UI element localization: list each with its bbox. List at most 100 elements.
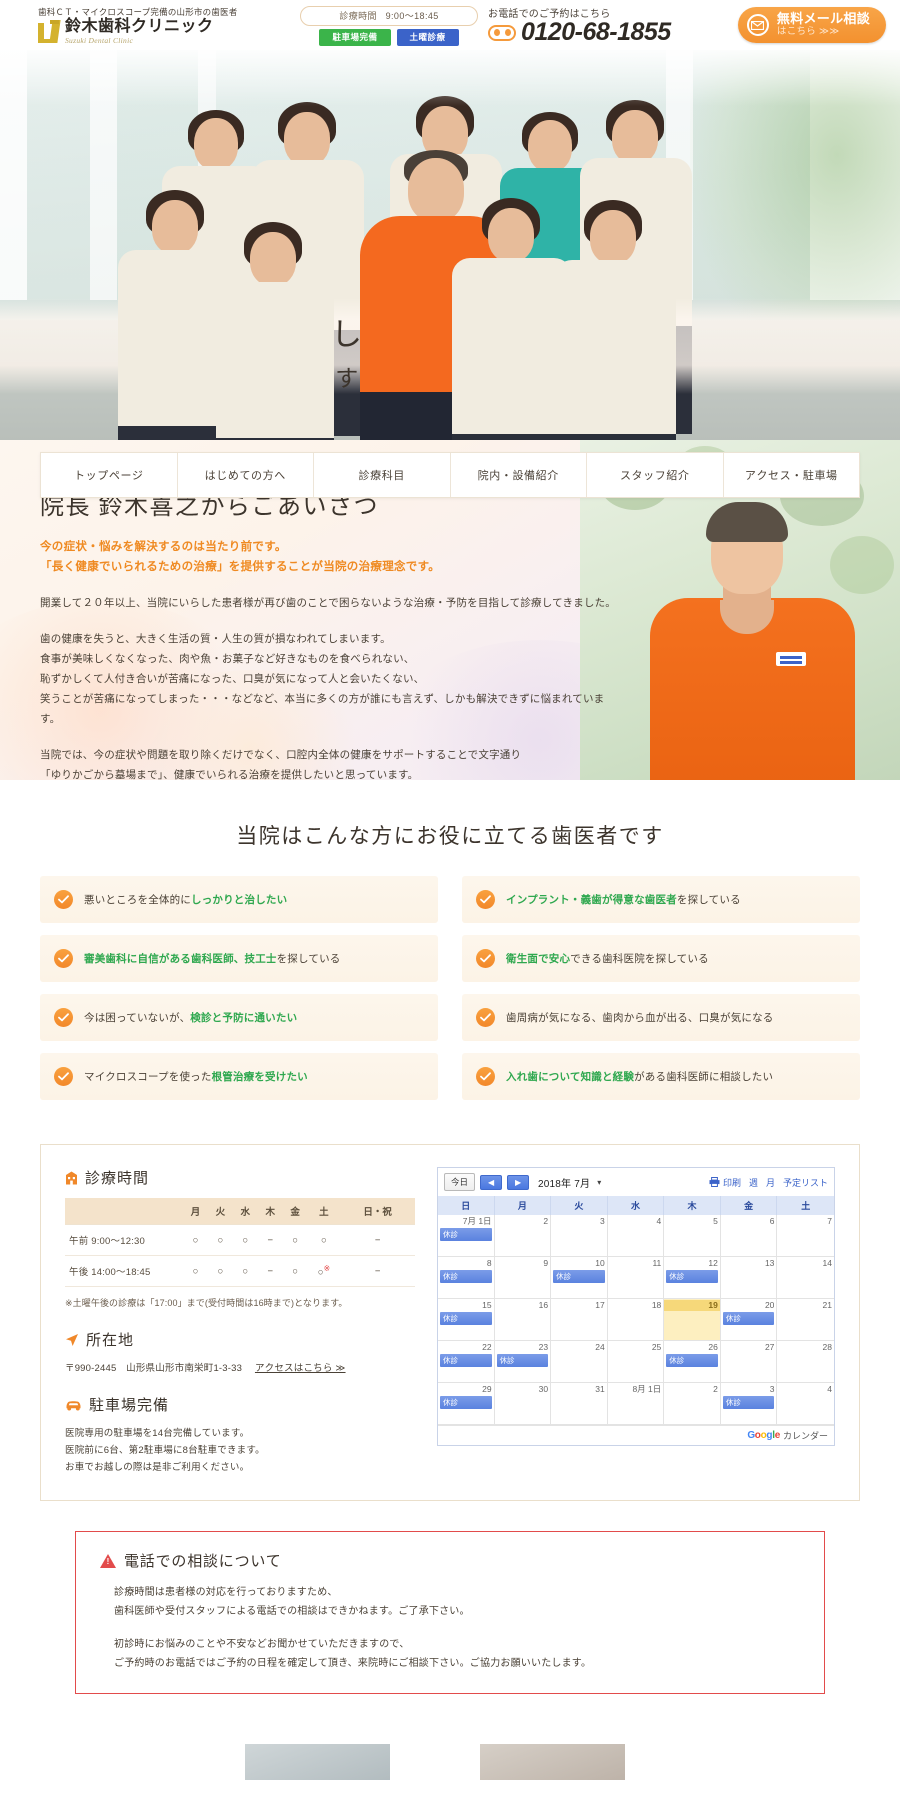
calendar-day-number: 7: [827, 1216, 832, 1226]
calendar-view-week[interactable]: 週: [749, 1176, 758, 1189]
calendar-day-cell[interactable]: 9: [494, 1257, 552, 1299]
nav-item-facility[interactable]: 院内・設備紹介: [451, 453, 587, 497]
checklist-item[interactable]: 入れ歯について知識と経験がある歯科医師に相談したい: [462, 1053, 860, 1100]
checklist-item[interactable]: 歯周病が気になる、歯肉から血が出る、口臭が気になる: [462, 994, 860, 1041]
calendar-event-closed[interactable]: 休診: [666, 1270, 718, 1283]
hours-cell: ○: [232, 1255, 258, 1288]
checklist-item[interactable]: 今は困っていないが、検診と予防に通いたい: [40, 994, 438, 1041]
calendar-event-closed[interactable]: 休診: [666, 1354, 718, 1367]
checklist-item[interactable]: 悪いところを全体的にしっかりと治したい: [40, 876, 438, 923]
brand-logo[interactable]: 鈴木歯科クリニック Suzuki Dental Clinic: [38, 18, 300, 45]
nav-item-services[interactable]: 診療科目: [314, 453, 451, 497]
checklist-pre: 悪いところを全体的に: [84, 893, 191, 906]
notice-title: 電話での相談について: [124, 1554, 282, 1571]
calendar-next-button[interactable]: ▶: [507, 1174, 530, 1190]
calendar-day-cell[interactable]: 19: [664, 1299, 721, 1341]
calendar-print-button[interactable]: 印刷: [709, 1176, 741, 1189]
phone-number[interactable]: 0120-68-1855: [521, 20, 671, 45]
calendar-day-cell[interactable]: 7: [777, 1215, 834, 1257]
calendar-day-cell[interactable]: 2: [494, 1215, 552, 1257]
calendar-day-cell[interactable]: 4: [777, 1383, 834, 1425]
nav-item-access[interactable]: アクセス・駐車場: [724, 453, 860, 497]
calendar-toolbar: 今日 ◀ ▶ 2018年 7月 ▾ 印刷 週 月 予定リスト: [438, 1168, 834, 1196]
calendar-day-cell[interactable]: 12 休診: [664, 1257, 721, 1299]
free-mail-consult-button[interactable]: 無料メール相談 はこちら ≫≫: [737, 7, 886, 43]
mail-button-line2: はこちら ≫≫: [776, 26, 840, 37]
clinic-logo-icon: [38, 20, 61, 44]
checklist-item[interactable]: マイクロスコープを使った根管治療を受けたい: [40, 1053, 438, 1100]
hours-cell: ○: [207, 1255, 233, 1288]
calendar-day-number: 4: [827, 1384, 832, 1394]
checklist-text: 審美歯科に自信がある歯科医師、技工士を探している: [84, 951, 341, 967]
check-circle-icon: [54, 890, 73, 909]
nav-item-staff[interactable]: スタッフ紹介: [587, 453, 724, 497]
calendar-prev-button[interactable]: ◀: [480, 1174, 503, 1190]
calendar-day-number: 14: [822, 1258, 832, 1268]
calendar-day-cell[interactable]: 20 休診: [720, 1299, 778, 1341]
checklist-item[interactable]: 衛生面で安心できる歯科医院を探している: [462, 935, 860, 982]
calendar-day-cell[interactable]: 30: [494, 1383, 552, 1425]
calendar-day-cell[interactable]: 16: [494, 1299, 552, 1341]
calendar-event-closed[interactable]: 休診: [440, 1354, 492, 1367]
calendar-event-closed[interactable]: 休診: [496, 1354, 549, 1367]
calendar-day-cell[interactable]: 2: [664, 1383, 721, 1425]
chevron-down-icon[interactable]: ▾: [597, 1178, 601, 1187]
calendar-day-cell[interactable]: 8 休診: [438, 1257, 495, 1299]
checklist-item[interactable]: インプラント・義歯が得意な歯医者を探している: [462, 876, 860, 923]
calendar-day-number: 13: [764, 1258, 775, 1268]
brand-name-en: Suzuki Dental Clinic: [65, 35, 134, 45]
calendar-day-cell[interactable]: 4: [607, 1215, 665, 1257]
calendar-event-closed[interactable]: 休診: [553, 1270, 605, 1283]
clinic-building-icon: [65, 1171, 78, 1185]
calendar-view-month[interactable]: 月: [766, 1176, 775, 1189]
calendar-event-closed[interactable]: 休診: [440, 1228, 492, 1241]
calendar-day-number: 8月 1日: [632, 1384, 662, 1394]
calendar-day-cell[interactable]: 25: [607, 1341, 665, 1383]
calendar-day-cell[interactable]: 27: [720, 1341, 778, 1383]
calendar-day-cell[interactable]: 6: [720, 1215, 778, 1257]
calendar-day-cell[interactable]: 11: [607, 1257, 665, 1299]
checklist-pre: マイクロスコープを使った: [84, 1070, 212, 1083]
calendar-day-cell[interactable]: 5: [664, 1215, 721, 1257]
parking-line-2: 医院前に6台、第2駐車場に8台駐車できます。: [65, 1445, 265, 1457]
hours-cell: ○: [232, 1224, 258, 1256]
parking-line-1: 医院専用の駐車場を14台完備しています。: [65, 1428, 250, 1440]
calendar-day-cell[interactable]: 26 休診: [664, 1341, 721, 1383]
calendar-day-cell[interactable]: 29 休診: [438, 1383, 495, 1425]
nav-item-first-time[interactable]: はじめての方へ: [178, 453, 314, 497]
calendar-day-number: 28: [822, 1342, 832, 1352]
calendar-day-cell[interactable]: 17: [551, 1299, 608, 1341]
calendar-day-number: 3: [599, 1216, 605, 1226]
calendar-day-cell[interactable]: 7月 1日 休診: [438, 1215, 495, 1257]
calendar-day-cell[interactable]: 13: [720, 1257, 778, 1299]
calendar-event-closed[interactable]: 休診: [440, 1312, 492, 1325]
access-link[interactable]: アクセスはこちら ≫: [255, 1363, 346, 1374]
calendar-day-cell[interactable]: 23 休診: [494, 1341, 552, 1383]
checklist-highlight: 検診と予防に通いたい: [190, 1011, 298, 1024]
calendar-event-closed[interactable]: 休診: [440, 1396, 492, 1409]
calendar-day-cell[interactable]: 3: [551, 1215, 608, 1257]
calendar-day-cell[interactable]: 21: [777, 1299, 834, 1341]
calendar-day-cell[interactable]: 18: [607, 1299, 665, 1341]
calendar-today-button[interactable]: 今日: [444, 1173, 476, 1191]
calendar-day-cell[interactable]: 31: [551, 1383, 608, 1425]
calendar-day-cell[interactable]: 24: [551, 1341, 608, 1383]
calendar-day-cell[interactable]: 3 休診: [720, 1383, 778, 1425]
calendar-day-cell[interactable]: 15 休診: [438, 1299, 495, 1341]
calendar-view-agenda[interactable]: 予定リスト: [783, 1176, 828, 1189]
calendar-day-number: 4: [656, 1216, 662, 1226]
nav-item-top[interactable]: トップページ: [41, 453, 178, 497]
calendar-day-cell[interactable]: 14: [777, 1257, 834, 1299]
calendar-event-closed[interactable]: 休診: [722, 1312, 775, 1325]
calendar-event-closed[interactable]: 休診: [722, 1396, 775, 1409]
calendar-day-cell[interactable]: 22 休診: [438, 1341, 495, 1383]
check-circle-icon: [54, 1008, 73, 1027]
header-hours-block: 診療時間 9:00〜18:45 駐車場完備 土曜診療: [300, 4, 478, 46]
calendar-day-cell[interactable]: 28: [777, 1341, 834, 1383]
calendar-day-cell[interactable]: 8月 1日: [607, 1383, 665, 1425]
checklist-item[interactable]: 審美歯科に自信がある歯科医師、技工士を探している: [40, 935, 438, 982]
calendar-day-cell[interactable]: 10 休診: [551, 1257, 608, 1299]
checklist-text: 衛生面で安心できる歯科医院を探している: [506, 951, 709, 967]
calendar-event-closed[interactable]: 休診: [440, 1270, 492, 1283]
calendar-day-number: 3: [769, 1384, 775, 1394]
